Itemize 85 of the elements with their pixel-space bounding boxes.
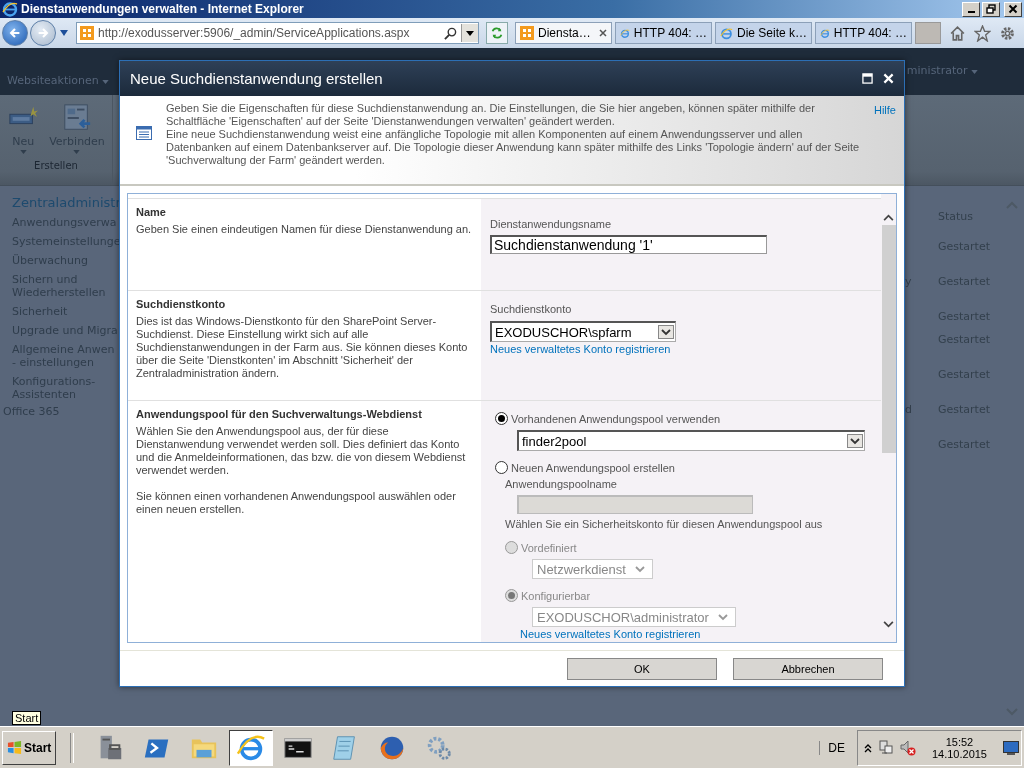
scroll-down-icon[interactable]	[883, 621, 894, 628]
section-title: Anwendungspool für den Suchverwaltungs-Webdienst	[136, 408, 423, 421]
restore-button[interactable]	[982, 1, 1000, 17]
address-dropdown-button[interactable]	[461, 24, 478, 42]
radio-label: Vordefiniert	[521, 541, 577, 554]
chevron-down-icon	[847, 434, 863, 448]
ribbon-group-label: Erstellen	[34, 160, 78, 171]
field-label: Dienstanwendungsname	[490, 218, 612, 231]
field-label: Suchdienstkonto	[490, 303, 572, 316]
dialog-button[interactable]: Abbrechen	[733, 657, 883, 680]
dropdown[interactable]: EXODUSCHOR\spfarm	[490, 321, 676, 342]
register-account-link[interactable]: Neues verwaltetes Konto registrieren	[490, 343, 671, 356]
dialog-button[interactable]: OK	[567, 657, 717, 680]
caret-icon	[73, 150, 81, 154]
radio-label: Vorhandenen Anwendungspool verwenden	[511, 412, 721, 425]
section-title: Suchdienstkonto	[136, 298, 227, 311]
intro-paragraph: Eine neue Suchdienstanwendung weist eine anfängliche Topologie mit allen Komponenten auf einem Anwendungsserver und allen Datenbanken auf einem Datenbankserver auf. Die Topologie dieser Anwendung kann später mithilfe des Links 'Topologie ändern' auf der Seite 'Suchverwaltung der Farm' geändert werden.	[166, 128, 860, 167]
text-field[interactable]: Suchdienstanwendung '1'	[490, 235, 767, 254]
section-description: Geben Sie einen eindeutigen Namen für diese Dienstanwendung an.	[136, 223, 473, 236]
intro-paragraph: Geben Sie die Eigenschaften für diese Suchdienstanwendung an. Die Einstellungen, die Sie hier angeben, können später mithilfe der Schaltfläche 'Eigenschaften' auf der Seite 'Dienstanwendungen verwalten' geändert werden.	[166, 102, 816, 128]
tooltip: Start	[12, 711, 42, 725]
browser-logo-icon	[2, 1, 18, 17]
site-actions-menu[interactable]: Websiteaktionen	[7, 74, 110, 87]
taskbar-app-button[interactable]	[229, 729, 274, 766]
caret-icon	[102, 80, 110, 84]
connect-icon	[61, 103, 93, 133]
forward-arrow-icon	[36, 26, 50, 40]
scrollbar[interactable]	[881, 194, 896, 642]
caret-icon	[971, 70, 978, 74]
dialog-title: Neue Suchdienstanwendung erstellen	[130, 70, 384, 87]
address-field[interactable]: http://exodusserver:5906/_admin/ServiceApplications.aspx	[76, 22, 479, 44]
browser-tab[interactable]: HTTP 404: …	[615, 22, 712, 44]
radio-button[interactable]	[495, 412, 508, 425]
close-button[interactable]	[1004, 1, 1022, 17]
close-icon	[1008, 4, 1018, 14]
forward-button[interactable]	[30, 20, 56, 46]
start-button[interactable]: Start	[2, 730, 57, 765]
field-label: Anwendungspoolname	[505, 478, 617, 491]
section-title: Name	[136, 206, 167, 219]
help-link[interactable]: Hilfe	[874, 104, 896, 116]
caret-icon	[19, 150, 27, 154]
radio-label: Konfigurierbar	[521, 589, 591, 602]
language-indicator[interactable]: DE	[819, 740, 853, 755]
scroll-up-icon[interactable]	[883, 214, 894, 221]
section-description: Sie können einen vorhandenen Anwendungspool auswählen oder einen neuen erstellen.	[136, 490, 457, 516]
search-icon[interactable]	[444, 26, 457, 40]
muted-speaker-icon[interactable]	[899, 739, 916, 756]
radio-button[interactable]	[495, 461, 508, 474]
maximize-icon[interactable]	[862, 73, 873, 84]
back-arrow-icon	[8, 26, 22, 40]
minimize-button[interactable]	[962, 1, 980, 17]
windows-logo-icon	[7, 740, 22, 755]
dropdown[interactable]: finder2pool	[517, 430, 865, 451]
close-tab-icon[interactable]	[599, 29, 607, 37]
sharepoint-site-icon	[80, 26, 94, 40]
history-caret-icon[interactable]	[60, 30, 68, 36]
user-menu[interactable]: ministrator	[906, 64, 978, 77]
refresh-button[interactable]	[486, 22, 508, 44]
minimize-icon	[967, 11, 975, 13]
show-hidden-icons-icon[interactable]	[863, 742, 872, 753]
browser-logo-icon	[720, 25, 733, 41]
settings-icon[interactable]	[999, 24, 1016, 42]
home-icon[interactable]	[949, 24, 966, 42]
browser-tab[interactable]: Diensta…	[515, 22, 612, 44]
close-icon[interactable]	[883, 73, 894, 84]
window-title: Dienstanwendungen verwalten - Internet Explorer	[21, 2, 305, 16]
star-icon[interactable]	[974, 24, 991, 42]
section-description: Dies ist das Windows-Dienstkonto für den SharePoint Server-Suchdienst. Diese Einstellung wirkt sich auf alle Suchdienstanwendungen in der Farm aus. Sie können dieses Konto über die Seite 'Dienstkonten' im Abschnitt 'Sicherheit' der Zentraladministration ändern.	[136, 315, 469, 380]
refresh-icon	[490, 26, 504, 40]
browser-tab[interactable]: HTTP 404: …	[815, 22, 912, 44]
clock-date[interactable]: 14.10.2015	[931, 747, 987, 760]
chevron-down-icon	[658, 325, 674, 339]
sharepoint-site-icon	[520, 26, 534, 40]
scrollbar-thumb[interactable]	[881, 225, 896, 453]
list-icon	[136, 126, 152, 140]
back-button[interactable]	[2, 20, 28, 46]
browser-tab[interactable]: Die Seite k…	[715, 22, 812, 44]
section-description: Wählen Sie den Anwendungspool aus, der für diese Dienstanwendung verwendet werden soll. Dies definiert das Konto und die Anmeldeinformationen, das bzw. die von diesem Webdienst verwendet werden.	[136, 425, 467, 477]
clock-time[interactable]: 15:52	[945, 735, 974, 748]
caret-icon	[466, 30, 474, 36]
network-icon[interactable]	[877, 739, 894, 756]
field-label: Wählen Sie ein Sicherheitskonto für diesen Anwendungspool aus	[505, 518, 823, 531]
restore-icon	[986, 4, 996, 14]
show-desktop-icon[interactable]	[1003, 740, 1019, 755]
radio-label: Neuen Anwendungspool erstellen	[511, 461, 675, 474]
